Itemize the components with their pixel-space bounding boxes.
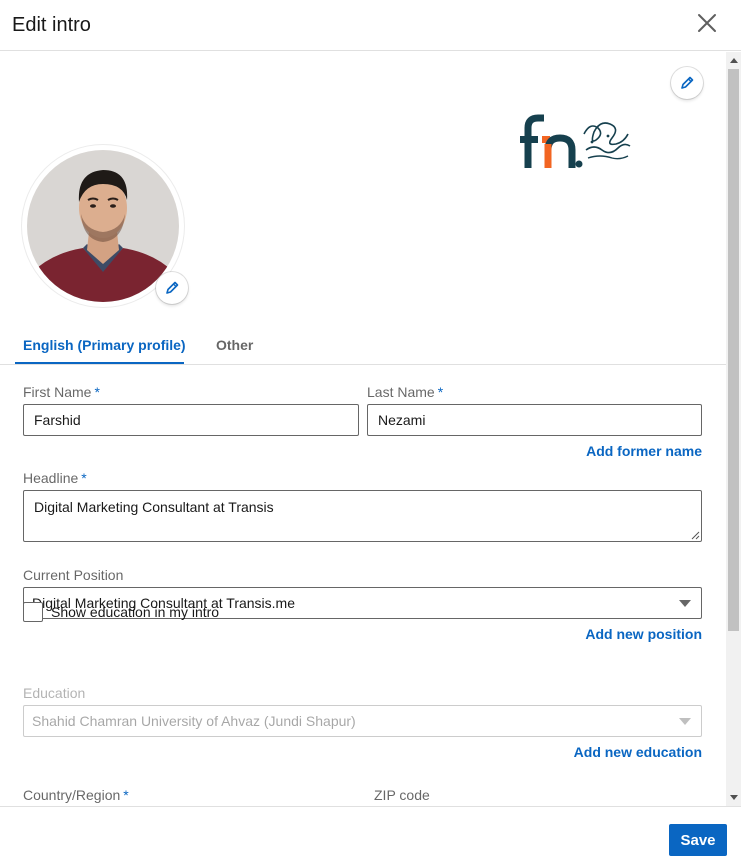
dialog-content: English (Primary profile) Other First Na… — [0, 52, 726, 806]
scrollbar-thumb[interactable] — [728, 69, 739, 631]
required-mark: * — [81, 470, 87, 486]
edit-background-button[interactable] — [671, 67, 703, 99]
education-select: Shahid Chamran University of Ahvaz (Jund… — [23, 705, 702, 737]
dialog-title: Edit intro — [12, 14, 91, 36]
add-former-name-link[interactable]: Add former name — [586, 443, 702, 459]
headline-field[interactable]: Digital Marketing Consultant at Transis — [23, 490, 702, 542]
show-education-checkbox[interactable] — [23, 602, 43, 622]
tab-other[interactable]: Other — [216, 337, 253, 353]
first-name-field[interactable] — [23, 404, 359, 436]
education-label: Education — [23, 685, 86, 701]
avatar[interactable] — [27, 150, 179, 302]
language-tabs: English (Primary profile) Other — [0, 324, 726, 365]
tab-english-primary[interactable]: English (Primary profile) — [23, 337, 186, 353]
add-new-education-link[interactable]: Add new education — [574, 744, 702, 760]
close-button[interactable] — [694, 10, 720, 36]
add-new-position-link[interactable]: Add new position — [585, 626, 702, 642]
scroll-down-arrow-icon[interactable] — [730, 795, 738, 800]
save-button[interactable]: Save — [669, 824, 727, 856]
first-name-label: First Name * — [23, 384, 100, 400]
required-mark: * — [437, 384, 444, 400]
required-mark: * — [123, 787, 129, 803]
content-scrollbar[interactable] — [726, 52, 741, 806]
scroll-up-arrow-icon[interactable] — [730, 58, 738, 63]
dialog-header: Edit intro — [0, 0, 741, 51]
current-position-label: Current Position — [23, 567, 124, 583]
required-mark: * — [94, 384, 100, 400]
country-region-label: Country/Region * — [23, 787, 129, 803]
last-name-field[interactable] — [367, 404, 702, 436]
active-tab-indicator — [15, 362, 184, 364]
headline-label: Headline * — [23, 470, 87, 486]
zip-code-label: ZIP code — [374, 787, 430, 803]
brand-logo — [520, 114, 632, 172]
chevron-down-icon — [679, 718, 691, 725]
close-icon — [698, 14, 716, 32]
chevron-down-icon — [679, 600, 691, 607]
dialog-footer: Save — [0, 806, 741, 867]
resize-grip-icon[interactable] — [691, 531, 700, 540]
edit-photo-button[interactable] — [156, 272, 188, 304]
pencil-icon — [681, 76, 694, 89]
show-education-label[interactable]: Show education in my intro — [51, 604, 219, 620]
last-name-label: Last Name * — [367, 384, 444, 400]
pencil-icon — [166, 281, 179, 294]
